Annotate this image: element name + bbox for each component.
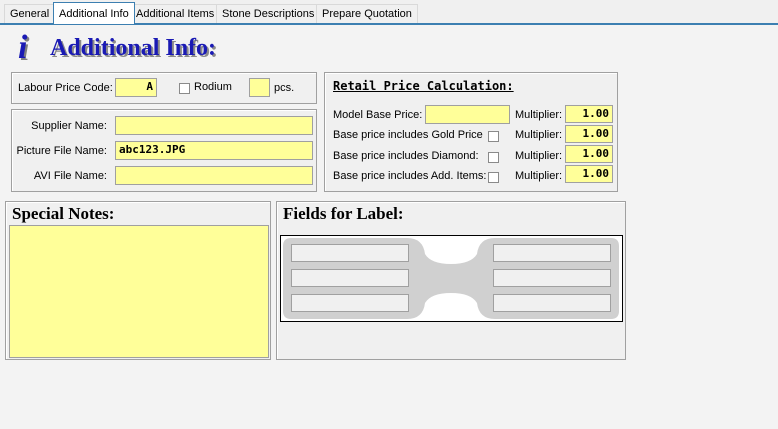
avi-file-name-input[interactable] [115, 166, 313, 185]
multiplier-label-4: Multiplier: [515, 170, 563, 182]
label-field-left-3[interactable] [291, 294, 409, 312]
retail-price-group: Retail Price Calculation: Model Base Pri… [324, 72, 618, 192]
multiplier-label-3: Multiplier: [515, 150, 563, 162]
diamond-checkbox[interactable] [488, 152, 499, 163]
multiplier-input-1[interactable]: 1.00 [565, 105, 613, 123]
picture-file-name-label: Picture File Name: [16, 145, 107, 157]
tab-additional-items[interactable]: Additional Items [130, 4, 221, 23]
labour-group: Labour Price Code: A Rodium pcs. [11, 72, 317, 104]
rodium-checkbox[interactable] [179, 83, 190, 94]
model-base-price-label: Model Base Price: [333, 109, 423, 121]
multiplier-input-3[interactable]: 1.00 [565, 145, 613, 163]
pcs-label: pcs. [274, 82, 295, 94]
avi-file-name-label: AVI File Name: [33, 170, 107, 182]
tab-bar: General Additional Info Additional Items… [0, 0, 778, 24]
retail-price-title: Retail Price Calculation: [333, 79, 514, 93]
labour-price-code-label: Labour Price Code: [18, 82, 113, 94]
label-field-right-2[interactable] [493, 269, 611, 287]
special-notes-group: Special Notes: [5, 201, 271, 360]
diamond-label: Base price includes Diamond: [333, 150, 479, 162]
add-items-label: Base price includes Add. Items: [333, 170, 487, 182]
supplier-name-label: Supplier Name: [31, 120, 107, 132]
multiplier-label-2: Multiplier: [515, 129, 563, 141]
multiplier-input-4[interactable]: 1.00 [565, 165, 613, 183]
label-fields-group: Fields for Label: [276, 201, 626, 360]
picture-file-name-input[interactable]: abc123.JPG [115, 141, 313, 160]
tab-prepare-quotation[interactable]: Prepare Quotation [316, 4, 418, 23]
label-field-right-3[interactable] [493, 294, 611, 312]
special-notes-textarea[interactable] [9, 225, 269, 358]
model-base-price-input[interactable] [425, 105, 510, 124]
supplier-name-input[interactable] [115, 116, 313, 135]
label-field-left-1[interactable] [291, 244, 409, 262]
labour-price-code-input[interactable]: A [115, 78, 157, 97]
pcs-input[interactable] [249, 78, 270, 97]
label-fields-title: Fields for Label: [283, 204, 404, 223]
tab-additional-info[interactable]: Additional Info [53, 2, 135, 24]
multiplier-label-1: Multiplier: [515, 109, 563, 121]
label-field-left-2[interactable] [291, 269, 409, 287]
tab-stone-descriptions[interactable]: Stone Descriptions [216, 4, 321, 23]
gold-price-checkbox[interactable] [488, 131, 499, 142]
page-title: Additional Info: [50, 35, 217, 61]
supplier-group: Supplier Name: Picture File Name: abc123… [11, 109, 317, 192]
multiplier-input-2[interactable]: 1.00 [565, 125, 613, 143]
special-notes-title: Special Notes: [12, 204, 115, 223]
tab-general[interactable]: General [4, 4, 56, 23]
add-items-checkbox[interactable] [488, 172, 499, 183]
gold-price-label: Base price includes Gold Price [333, 129, 483, 141]
rodium-label: Rodium [194, 81, 232, 93]
label-field-right-1[interactable] [493, 244, 611, 262]
label-preview [280, 235, 623, 322]
info-icon: i [18, 29, 28, 66]
